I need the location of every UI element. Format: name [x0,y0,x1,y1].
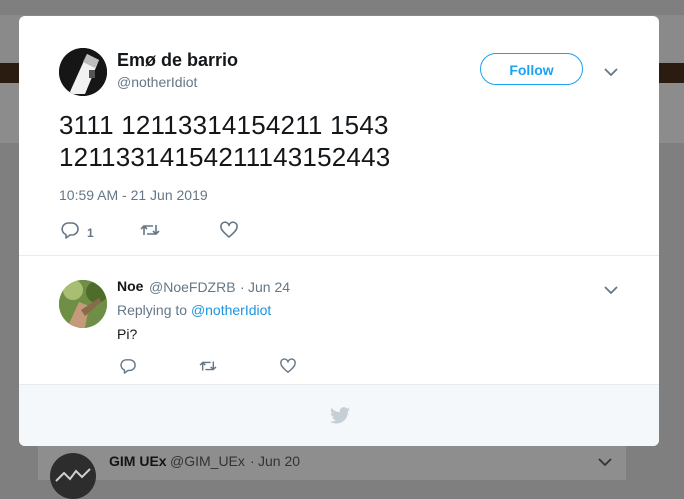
replying-to-prefix: Replying to [117,302,188,318]
retweet-button[interactable] [140,221,160,244]
retweet-icon [199,358,217,379]
tweet-text: 3111 12113314154211 1543 121133141542111… [59,109,619,173]
reply-text: Pi? [117,326,138,342]
reply-icon [61,221,79,244]
background-date: Jun 20 [258,453,301,469]
chevron-down-icon[interactable] [604,282,618,300]
replying-to: Replying to @notherIdiot [117,302,271,318]
like-icon [280,358,296,379]
reply-date[interactable]: Jun 24 [248,279,290,295]
reply-separator: · [240,279,245,295]
author-name[interactable]: Emø de barrio [117,50,238,71]
background-author-handle: @GIM_UEx [170,453,245,469]
twitter-bird-icon [330,407,350,429]
tweet-text-line: 12113314154211143152443 [59,142,391,172]
reply-count: 1 [87,225,94,240]
like-button[interactable] [280,358,296,379]
tweet-text-line: 3111 12113314154211 1543 [59,110,389,140]
tweet-modal: Emø de barrio @notherIdiot Follow 3111 1… [19,16,659,446]
follow-button[interactable]: Follow [480,53,583,85]
retweet-icon [140,221,160,244]
like-icon [220,221,238,244]
reply-button[interactable] [120,358,136,379]
reply-author-name[interactable]: Noe [117,278,143,294]
like-button[interactable] [220,221,238,244]
reply-icon [120,358,136,379]
author-handle[interactable]: @notherIdiot [117,74,197,90]
author-avatar[interactable] [59,48,107,96]
background-avatar [50,453,96,499]
modal-footer [19,384,659,446]
retweet-button[interactable] [199,358,217,379]
background-separator: · [250,453,255,469]
tweet-timestamp[interactable]: 10:59 AM - 21 Jun 2019 [59,187,208,203]
chevron-down-icon [598,454,612,472]
reply-avatar[interactable] [59,280,107,328]
reply-button[interactable]: 1 [61,221,94,244]
chevron-down-icon[interactable] [604,64,618,82]
replying-to-link[interactable]: @notherIdiot [191,302,271,318]
reply-author-handle[interactable]: @NoeFDZRB [149,279,236,295]
divider [19,255,659,256]
background-author-name: GIM UEx [109,453,167,469]
